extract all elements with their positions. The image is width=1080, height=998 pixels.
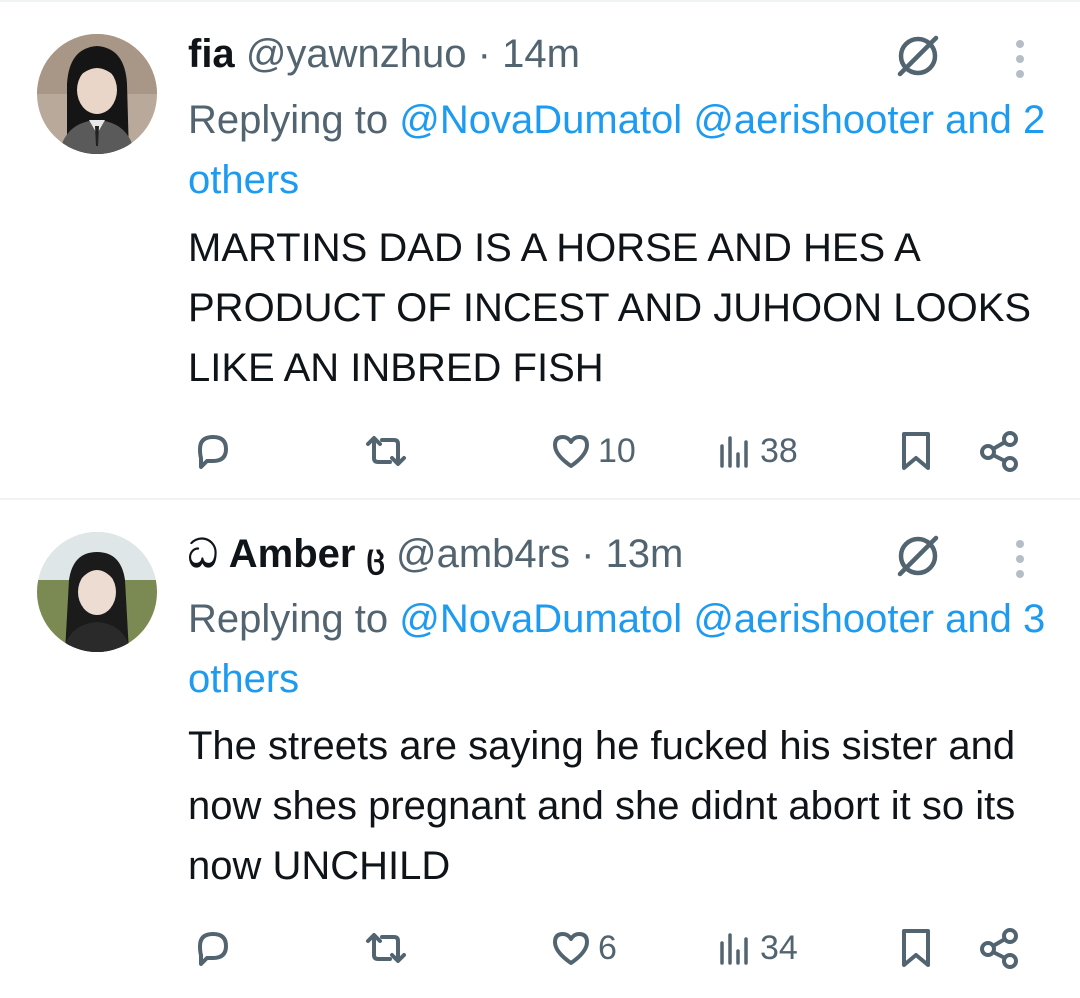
bookmark-button[interactable] — [896, 428, 936, 474]
reply-button[interactable] — [190, 428, 236, 474]
avatar-image — [37, 34, 157, 154]
replying-to-label: Replying to — [188, 597, 389, 641]
user-handle[interactable]: @amb4rs — [396, 532, 570, 576]
bookmark-icon — [902, 432, 930, 470]
bookmark-icon — [902, 929, 930, 967]
avatar-image — [37, 532, 157, 652]
avatar[interactable] — [37, 532, 157, 652]
views-icon — [720, 436, 748, 468]
display-name[interactable]: Amber — [229, 532, 356, 576]
avatar[interactable] — [37, 34, 157, 154]
like-count: 6 — [598, 928, 617, 967]
like-button[interactable]: 6 — [548, 925, 617, 971]
share-button[interactable] — [976, 925, 1024, 971]
display-name[interactable]: fia — [188, 32, 235, 76]
grok-icon[interactable] — [892, 30, 944, 82]
views-button[interactable]: 34 — [716, 925, 798, 971]
tweet-1[interactable]: fia @yawnzhuo · 14m Replying to @NovaDum… — [0, 0, 1080, 498]
share-icon — [980, 431, 1018, 472]
reply-button[interactable] — [190, 925, 236, 971]
grok-icon[interactable] — [892, 530, 944, 582]
mention-link[interactable]: @aerishooter — [693, 597, 934, 641]
tweet-header: fia @yawnzhuo · 14m — [188, 30, 580, 78]
replying-to: Replying to @NovaDumatol @aerishooter an… — [188, 589, 1048, 709]
bookmark-button[interactable] — [896, 925, 936, 971]
name-prefix-glyph: ධ — [188, 532, 218, 576]
more-vertical-icon[interactable] — [1008, 36, 1032, 82]
reply-icon — [198, 435, 228, 469]
user-handle[interactable]: @yawnzhuo — [246, 32, 467, 76]
timestamp[interactable]: 14m — [502, 32, 580, 76]
separator-dot: · — [581, 532, 595, 576]
heart-icon — [553, 435, 589, 468]
mention-link[interactable]: @NovaDumatol — [399, 98, 682, 142]
tweet-text: The streets are saying he fucked his sis… — [188, 724, 1016, 888]
tweet-header: ධ Amber ც @amb4rs · 13m — [188, 530, 683, 580]
repost-icon — [366, 933, 406, 963]
mention-link[interactable]: @aerishooter — [693, 98, 934, 142]
views-icon — [720, 933, 748, 965]
reply-icon — [198, 932, 228, 966]
name-suffix-glyph: ც — [366, 538, 385, 574]
separator-dot: · — [477, 32, 491, 76]
views-button[interactable]: 38 — [716, 428, 798, 474]
mention-link[interactable]: @NovaDumatol — [399, 597, 682, 641]
replying-to: Replying to @NovaDumatol @aerishooter an… — [188, 90, 1048, 210]
repost-icon — [366, 436, 406, 466]
repost-button[interactable] — [360, 428, 412, 474]
tweet-2[interactable]: ධ Amber ც @amb4rs · 13m Replying to @Nov… — [0, 500, 1080, 998]
tweet-text: MARTINS DAD IS A HORSE AND HES A PRODUCT… — [188, 226, 1032, 390]
like-count: 10 — [598, 431, 636, 470]
share-button[interactable] — [976, 428, 1024, 474]
share-icon — [980, 928, 1018, 969]
replying-to-label: Replying to — [188, 98, 389, 142]
repost-button[interactable] — [360, 925, 412, 971]
more-vertical-icon[interactable] — [1008, 536, 1032, 582]
view-count: 38 — [760, 431, 798, 470]
heart-icon — [553, 932, 589, 965]
like-button[interactable]: 10 — [548, 428, 636, 474]
timestamp[interactable]: 13m — [606, 532, 684, 576]
view-count: 34 — [760, 928, 798, 967]
